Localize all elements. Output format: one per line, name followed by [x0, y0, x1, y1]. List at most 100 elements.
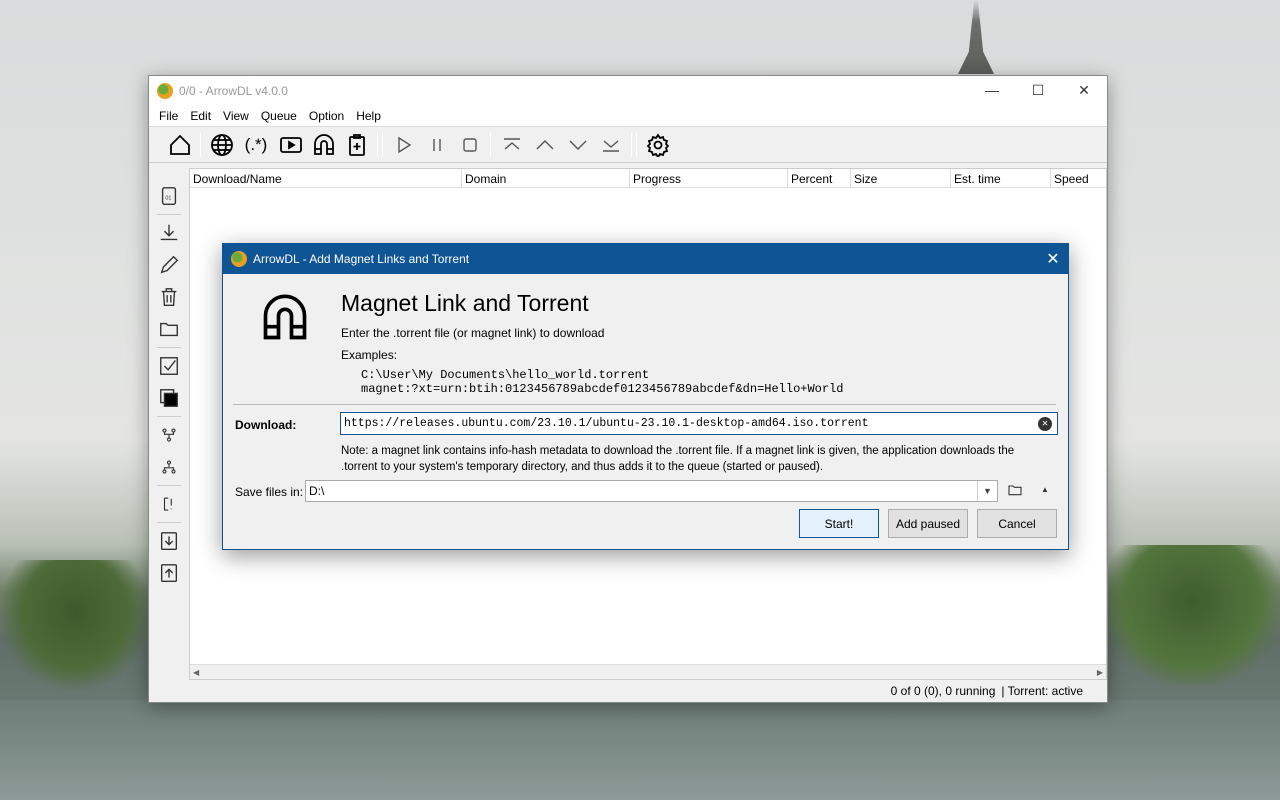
folder-icon [1006, 482, 1024, 498]
move-up-button[interactable] [528, 130, 561, 160]
move-down-button[interactable] [561, 130, 594, 160]
magnet-icon [312, 133, 336, 157]
move-bottom-button[interactable] [594, 130, 627, 160]
open-folder-button[interactable] [154, 313, 184, 345]
stop-button[interactable] [453, 130, 486, 160]
column-percent[interactable]: Percent [788, 169, 851, 187]
column-size[interactable]: Size [851, 169, 951, 187]
chevron-down-icon[interactable]: ▼ [977, 481, 997, 501]
examples-label: Examples: [341, 348, 397, 362]
table-header: Download/Name Domain Progress Percent Si… [190, 169, 1106, 188]
add-web-button[interactable] [205, 130, 238, 160]
background-trees [0, 560, 150, 690]
column-name[interactable]: Download/Name [190, 169, 462, 187]
collapse-icon[interactable]: ▲ [1041, 485, 1049, 494]
download-label: Download: [235, 418, 296, 432]
settings-button[interactable] [641, 130, 674, 160]
export-button[interactable] [154, 557, 184, 589]
add-paused-label: Add paused [896, 517, 960, 531]
dialog-title: ArrowDL - Add Magnet Links and Torrent [253, 252, 469, 266]
example-magnet: magnet:?xt=urn:btih:0123456789abcdef0123… [361, 382, 843, 396]
add-clipboard-button[interactable] [340, 130, 373, 160]
dialog-title-bar: ArrowDL - Add Magnet Links and Torrent ✕ [223, 244, 1068, 274]
delete-button[interactable] [154, 281, 184, 313]
home-icon [168, 133, 192, 157]
pencil-icon [158, 254, 180, 276]
menu-view[interactable]: View [217, 109, 255, 123]
video-icon [279, 133, 303, 157]
add-torrent-button[interactable] [307, 130, 340, 160]
dialog-close-button[interactable]: ✕ [1038, 249, 1068, 269]
cancel-button[interactable]: Cancel [977, 509, 1057, 538]
pause-button[interactable] [420, 130, 453, 160]
menu-queue[interactable]: Queue [255, 109, 303, 123]
svg-text:01: 01 [165, 196, 171, 202]
select-running-button[interactable] [154, 451, 184, 483]
window-title: 0/0 - ArrowDL v4.0.0 [179, 84, 288, 98]
select-all-button[interactable] [154, 350, 184, 382]
menu-option[interactable]: Option [303, 109, 350, 123]
clear-input-icon[interactable]: ✕ [1038, 417, 1052, 431]
menu-edit[interactable]: Edit [184, 109, 217, 123]
invert-selection-button[interactable] [154, 382, 184, 414]
home-button[interactable] [163, 130, 196, 160]
download-button[interactable] [154, 217, 184, 249]
import-icon [158, 530, 180, 552]
pause-icon [425, 133, 449, 157]
chevron-down-icon [566, 133, 590, 157]
checkbox-icon [158, 355, 180, 377]
scroll-right-icon[interactable]: ▶ [1097, 668, 1103, 677]
example-path: C:\User\My Documents\hello_world.torrent [361, 368, 843, 382]
binary-file-icon: 01 [158, 185, 180, 207]
column-speed[interactable]: Speed [1051, 169, 1106, 187]
info-button[interactable]: 01 [154, 180, 184, 212]
menu-bar: File Edit View Queue Option Help [149, 105, 1107, 127]
menu-help[interactable]: Help [350, 109, 387, 123]
add-paused-button[interactable]: Add paused [888, 509, 968, 538]
horizontal-scrollbar[interactable]: ◀▶ [190, 664, 1106, 679]
close-button[interactable]: ✕ [1061, 82, 1107, 99]
status-torrent: | Torrent: active [1001, 684, 1083, 698]
start-label: Start! [825, 517, 854, 531]
globe-icon [210, 133, 234, 157]
download-url-input[interactable]: https://releases.ubuntu.com/23.10.1/ubun… [340, 412, 1058, 435]
dialog-subtitle: Enter the .torrent file (or magnet link)… [341, 326, 604, 340]
arrow-top-icon [500, 133, 524, 157]
start-button[interactable]: Start! [799, 509, 879, 538]
dialog-heading: Magnet Link and Torrent [341, 290, 589, 317]
column-domain[interactable]: Domain [462, 169, 630, 187]
eiffel-tower-background [958, 0, 994, 74]
save-path-value: D:\ [309, 484, 324, 498]
scroll-left-icon[interactable]: ◀ [193, 668, 199, 677]
column-est-time[interactable]: Est. time [951, 169, 1051, 187]
save-path-combobox[interactable]: D:\ ▼ [305, 480, 998, 502]
stop-icon [458, 133, 482, 157]
minimize-button[interactable]: — [969, 82, 1015, 99]
cancel-label: Cancel [998, 517, 1035, 531]
app-icon [231, 251, 247, 267]
edit-button[interactable] [154, 249, 184, 281]
alert-icon [160, 493, 178, 515]
select-completed-button[interactable] [154, 419, 184, 451]
browse-folder-button[interactable] [1006, 482, 1024, 502]
menu-file[interactable]: File [153, 109, 184, 123]
title-bar: 0/0 - ArrowDL v4.0.0 — ☐ ✕ [149, 76, 1107, 105]
hierarchy-icon [160, 456, 178, 478]
background-trees [1105, 545, 1280, 685]
gear-icon [646, 133, 670, 157]
move-top-button[interactable] [495, 130, 528, 160]
export-icon [158, 562, 180, 584]
add-stream-button[interactable] [274, 130, 307, 160]
chevron-up-icon [533, 133, 557, 157]
import-button[interactable] [154, 525, 184, 557]
add-regex-button[interactable]: (.*) [238, 130, 274, 160]
invert-selection-icon [158, 387, 180, 409]
regex-icon: (.*) [245, 135, 268, 155]
start-button[interactable] [387, 130, 420, 160]
maximize-button[interactable]: ☐ [1015, 82, 1061, 99]
status-bar: 0 of 0 (0), 0 running | Torrent: active [149, 680, 1107, 702]
save-files-label: Save files in: [235, 485, 303, 499]
tree-icon [160, 424, 178, 446]
select-failed-button[interactable] [154, 488, 184, 520]
column-progress[interactable]: Progress [630, 169, 788, 187]
